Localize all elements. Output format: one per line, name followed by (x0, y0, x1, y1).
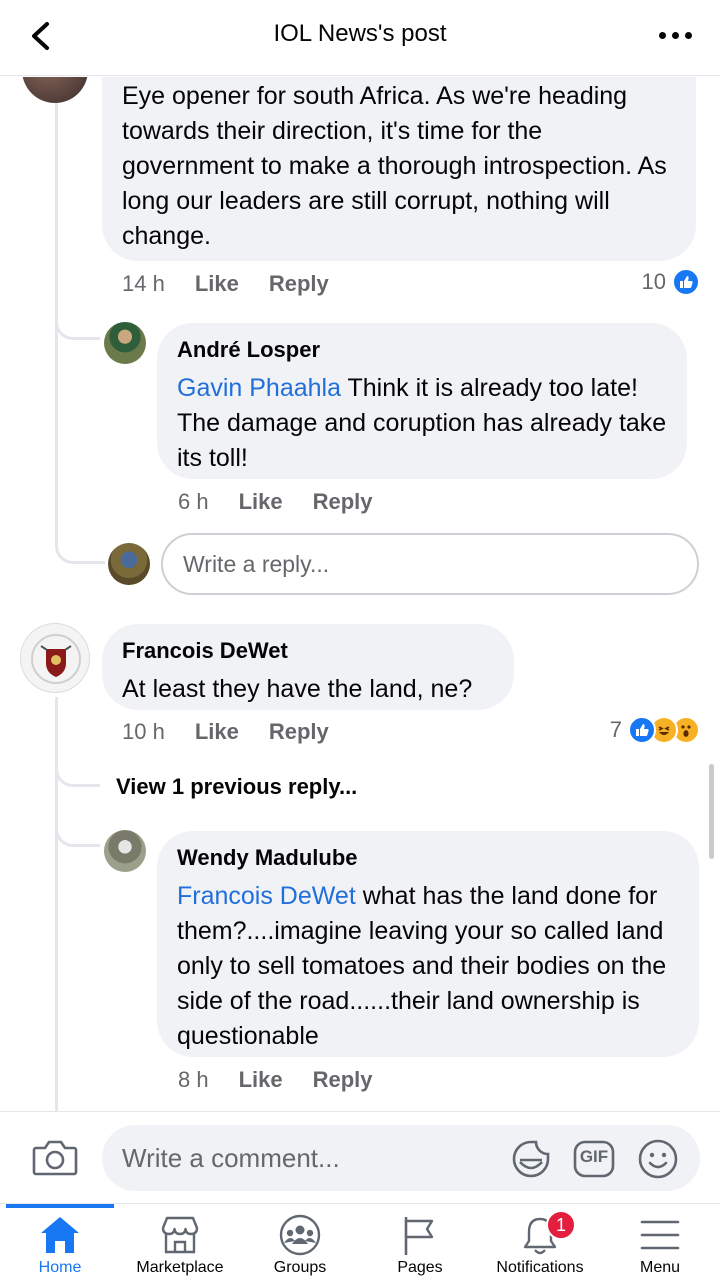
comment-composer: GIF (0, 1111, 720, 1203)
like-button[interactable]: Like (195, 719, 239, 745)
comment-actions: 10 h Like Reply (122, 719, 359, 745)
sticker-button[interactable] (510, 1138, 552, 1180)
reaction-count: 7 (609, 717, 622, 742)
scrollbar[interactable] (709, 764, 714, 859)
commenter-avatar[interactable] (22, 77, 88, 103)
sticker-icon (512, 1140, 550, 1178)
reply-connector (55, 310, 100, 340)
reply-time: 8 h (178, 1067, 209, 1092)
groups-icon (279, 1214, 321, 1256)
reaction-summary[interactable]: 7 (610, 716, 700, 744)
page-title: IOL News's post (273, 20, 447, 47)
nav-notifications-label: Notifications (496, 1259, 584, 1276)
comment-input-box[interactable]: GIF (102, 1125, 700, 1191)
reply-button[interactable]: Reply (269, 271, 329, 297)
reply-input[interactable] (163, 535, 697, 593)
reply-time: 6 h (178, 489, 209, 514)
reply-connector (55, 530, 105, 564)
gif-button[interactable]: GIF (573, 1138, 615, 1180)
commenter-avatar[interactable] (20, 623, 90, 693)
comment-input[interactable] (102, 1125, 492, 1191)
nav-home-label: Home (38, 1259, 82, 1276)
comment-time: 14 h (122, 271, 165, 296)
comments-feed[interactable]: Eye opener for south Africa. As we're he… (0, 77, 720, 1111)
like-button[interactable]: Like (239, 1067, 283, 1093)
home-icon (41, 1217, 79, 1253)
reply-avatar[interactable] (104, 830, 146, 872)
reply-bubble: André Losper Gavin Phaahla Think it is a… (157, 323, 687, 479)
camera-button[interactable] (32, 1138, 78, 1178)
reaction-summary[interactable]: 10 (642, 268, 700, 296)
reply-avatar[interactable] (104, 322, 146, 364)
mention-link[interactable]: Gavin Phaahla (177, 374, 341, 402)
post-header: IOL News's post (0, 0, 720, 76)
like-button[interactable]: Like (239, 489, 283, 515)
reply-connector (55, 817, 100, 847)
reply-button[interactable]: Reply (313, 489, 373, 515)
reply-button[interactable]: Reply (269, 719, 329, 745)
crest-icon (31, 634, 81, 684)
reply-actions: 8 h Like Reply (178, 1067, 403, 1093)
gif-label: GIF (579, 1147, 609, 1166)
nav-home[interactable]: Home (0, 1204, 120, 1280)
current-user-avatar (108, 543, 150, 585)
camera-icon (32, 1140, 78, 1176)
notification-badge: 1 (546, 1210, 576, 1240)
reply-actions: 6 h Like Reply (178, 489, 403, 515)
thumbs-up-icon (672, 268, 700, 296)
reaction-count: 10 (641, 269, 666, 294)
menu-icon (640, 1220, 680, 1250)
nav-marketplace-label: Marketplace (136, 1259, 224, 1276)
dot-icon (685, 32, 692, 39)
nav-menu-label: Menu (639, 1259, 681, 1276)
emoji-icon (638, 1139, 678, 1179)
thumbs-up-icon (628, 716, 656, 744)
more-options-button[interactable] (656, 20, 696, 50)
comment-text: At least they have the land, ne? (122, 675, 473, 703)
view-previous-replies-link[interactable]: View 1 previous reply... (116, 774, 357, 800)
dot-icon (659, 32, 666, 39)
mention-link[interactable]: Francois DeWet (177, 882, 356, 910)
nav-groups-label: Groups (273, 1259, 327, 1276)
comment-bubble: Eye opener for south Africa. As we're he… (102, 77, 696, 261)
reply-author[interactable]: André Losper (177, 337, 667, 363)
reply-input-box[interactable] (161, 533, 699, 595)
nav-menu[interactable]: Menu (600, 1204, 720, 1280)
like-button[interactable]: Like (195, 271, 239, 297)
comment-actions: 14 h Like Reply (122, 271, 359, 297)
comment-text: Eye opener for south Africa. As we're he… (122, 82, 667, 250)
comment-time: 10 h (122, 719, 165, 744)
pages-icon (404, 1217, 434, 1255)
comment-author[interactable]: Francois DeWet (122, 638, 494, 664)
nav-groups[interactable]: Groups (240, 1204, 360, 1280)
nav-marketplace[interactable]: Marketplace (120, 1204, 240, 1280)
nav-notifications[interactable]: 1 Notifications (480, 1204, 600, 1280)
nav-pages-label: Pages (397, 1259, 443, 1276)
comment-bubble: Francois DeWet At least they have the la… (102, 624, 514, 710)
dot-icon (672, 32, 679, 39)
bottom-navigation: Home Marketplace Groups Pages 1 Notifica… (0, 1203, 720, 1280)
emoji-button[interactable] (637, 1138, 679, 1180)
reply-author[interactable]: Wendy Madulube (177, 845, 679, 871)
nav-pages[interactable]: Pages (360, 1204, 480, 1280)
reply-bubble: Wendy Madulube Francois DeWet what has t… (157, 831, 699, 1057)
marketplace-icon (161, 1216, 199, 1254)
reply-button[interactable]: Reply (313, 1067, 373, 1093)
reply-connector (55, 757, 100, 787)
